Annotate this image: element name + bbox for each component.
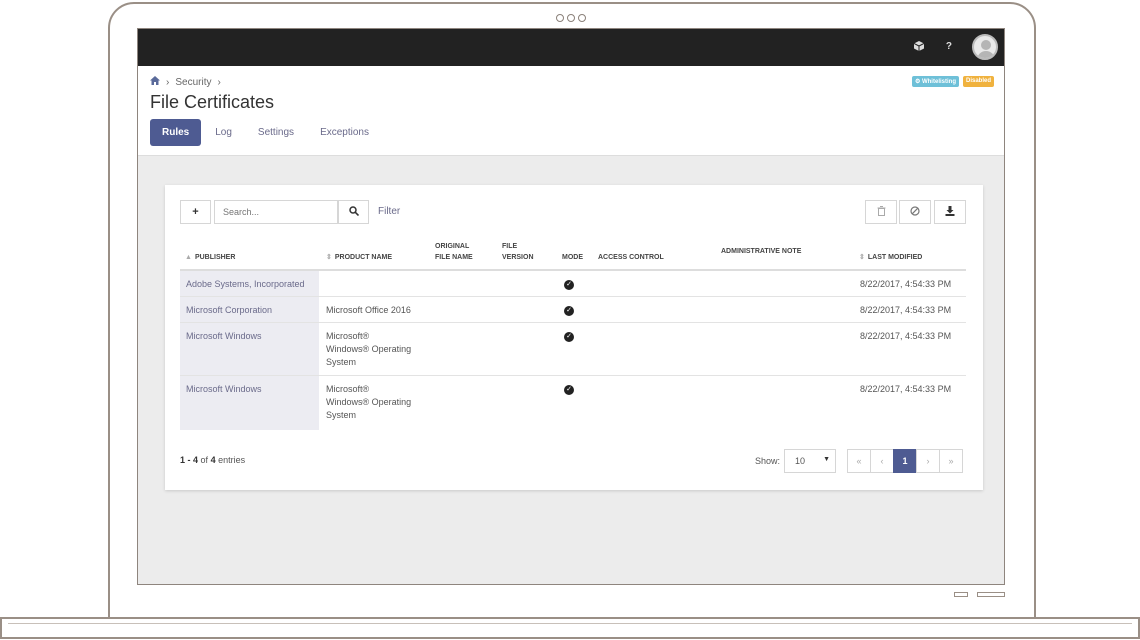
delete-button[interactable] <box>865 200 897 224</box>
column-header-last-modified[interactable]: ⇕ LAST MODIFIED <box>859 252 922 263</box>
check-circle-icon: ✓ <box>564 385 574 395</box>
add-rule-button[interactable]: + <box>180 200 211 224</box>
whitelisting-badge: ⚙ Whitelisting <box>911 76 959 87</box>
last-modified-cell: 8/22/2017, 4:54:33 PM <box>860 384 952 394</box>
column-header-product-name[interactable]: ⇕ PRODUCT NAME <box>326 252 392 263</box>
help-icon[interactable]: ? <box>946 41 952 52</box>
tab-bar: Rules Log Settings Exceptions <box>150 119 383 146</box>
page-header: › Security › File Certificates ⚙ Whiteli… <box>138 66 1004 156</box>
disable-button[interactable] <box>899 200 931 224</box>
download-button[interactable] <box>934 200 966 224</box>
page-title: File Certificates <box>150 92 275 112</box>
breadcrumb: › Security › <box>150 76 221 88</box>
publisher-cell[interactable]: Microsoft Windows <box>186 383 262 396</box>
column-header-publisher[interactable]: ▲ PUBLISHER <box>185 252 235 263</box>
publisher-cell[interactable]: Microsoft Corporation <box>186 304 272 317</box>
entries-summary: 1 - 4 of 4 entries <box>180 455 246 465</box>
table-row[interactable]: Adobe Systems, Incorporated ✓ 8/22/2017,… <box>180 271 966 297</box>
next-page-button[interactable]: › <box>916 449 940 473</box>
table-row[interactable]: Microsoft Corporation Microsoft Office 2… <box>180 297 966 323</box>
last-modified-cell: 8/22/2017, 4:54:33 PM <box>860 279 952 289</box>
tab-exceptions[interactable]: Exceptions <box>308 119 381 146</box>
prev-page-button[interactable]: ‹ <box>870 449 894 473</box>
search-icon <box>348 205 359 219</box>
column-header-mode[interactable]: MODE <box>562 252 583 263</box>
publisher-cell[interactable]: Adobe Systems, Incorporated <box>186 278 305 291</box>
column-header-original-file-name[interactable]: ORIGINAL FILE NAME <box>435 241 473 263</box>
column-header-access-control[interactable]: ACCESS CONTROL <box>598 252 664 263</box>
first-page-button[interactable]: « <box>847 449 871 473</box>
page-size-label: Show: <box>755 456 781 466</box>
check-circle-icon: ✓ <box>564 332 574 342</box>
top-navbar: ? <box>138 29 1004 66</box>
cube-icon[interactable] <box>913 41 925 54</box>
status-badges: ⚙ Whitelisting Disabled <box>911 76 994 87</box>
product-name-cell: Microsoft® Windows® Operating System <box>326 384 412 420</box>
laptop-vent <box>977 592 1005 597</box>
download-icon <box>945 205 955 219</box>
page-1-button[interactable]: 1 <box>893 449 917 473</box>
app-screen: ? › Security › File Certificates ⚙ White… <box>137 28 1005 585</box>
sort-icon: ⇕ <box>326 254 332 261</box>
page-size-select[interactable]: 10 ▼ <box>784 449 836 473</box>
last-modified-cell: 8/22/2017, 4:54:33 PM <box>860 331 952 341</box>
search-button[interactable] <box>338 200 369 224</box>
column-header-file-version[interactable]: FILE VERSION <box>502 241 534 263</box>
breadcrumb-item-security[interactable]: Security <box>175 77 211 88</box>
check-circle-icon: ✓ <box>564 306 574 316</box>
table-row[interactable]: Microsoft Windows Microsoft® Windows® Ope… <box>180 323 966 376</box>
publisher-cell[interactable]: Microsoft Windows <box>186 330 262 343</box>
disabled-badge: Disabled <box>962 76 994 87</box>
tab-settings[interactable]: Settings <box>246 119 306 146</box>
caret-down-icon: ▼ <box>823 456 830 463</box>
laptop-vent <box>954 592 968 597</box>
laptop-base <box>0 617 1140 639</box>
column-header-administrative-note[interactable]: ADMINISTRATIVE NOTE <box>721 246 801 257</box>
table-row[interactable]: Microsoft Windows Microsoft® Windows® Ope… <box>180 376 966 430</box>
camera-icon <box>556 14 586 22</box>
rules-table-card: + Filter ▲PUBLISHER ⇕PRODUCT NAME ORIGIN <box>165 185 983 490</box>
chevron-right-icon: › <box>166 76 170 88</box>
sort-icon: ⇕ <box>859 254 865 261</box>
last-page-button[interactable]: » <box>939 449 963 473</box>
tab-log[interactable]: Log <box>203 119 244 146</box>
avatar[interactable] <box>972 34 998 60</box>
ban-icon <box>910 205 920 219</box>
trash-icon <box>877 205 886 219</box>
product-name-cell: Microsoft Office 2016 <box>326 305 411 315</box>
last-modified-cell: 8/22/2017, 4:54:33 PM <box>860 305 952 315</box>
pagination: « ‹ 1 › » <box>847 449 963 473</box>
check-circle-icon: ✓ <box>564 280 574 290</box>
tab-rules[interactable]: Rules <box>150 119 202 146</box>
filter-link[interactable]: Filter <box>378 206 400 217</box>
home-icon[interactable] <box>150 76 160 88</box>
sort-asc-icon: ▲ <box>185 254 192 261</box>
product-name-cell: Microsoft® Windows® Operating System <box>326 331 412 367</box>
chevron-right-icon: › <box>217 76 221 88</box>
search-input[interactable] <box>214 200 338 224</box>
